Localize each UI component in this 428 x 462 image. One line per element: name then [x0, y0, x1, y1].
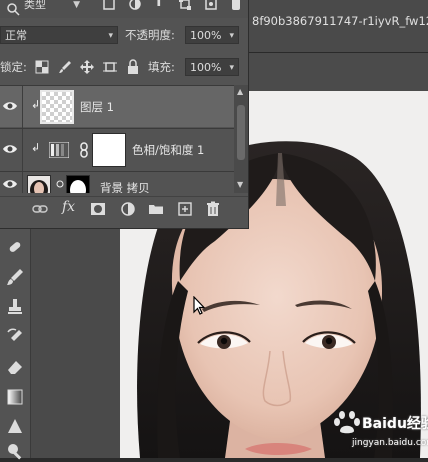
- lock-label: 锁定:: [0, 60, 27, 74]
- opacity-value: 100%: [190, 29, 222, 42]
- watermark-url: jingyan.baidu.com: [352, 438, 428, 448]
- blur-icon[interactable]: [4, 416, 26, 438]
- mask-icon[interactable]: [90, 201, 106, 217]
- chevron-down-icon: ▾: [229, 31, 234, 41]
- divider: [22, 86, 23, 128]
- document-tab[interactable]: 8f90b3867911747-r1iyvR_fw120: [248, 0, 428, 53]
- portrait-thumb: [30, 180, 48, 193]
- side-panel-background: [31, 228, 120, 458]
- mask-shape: [70, 180, 86, 193]
- layer-mask-thumbnail[interactable]: [92, 133, 126, 167]
- layers-bottom-bar: fx: [0, 196, 248, 221]
- divider: [22, 172, 23, 193]
- clip-arrow-icon: ↲: [31, 98, 41, 111]
- link-icon[interactable]: [32, 201, 48, 217]
- blend-mode-value: 正常: [5, 29, 27, 42]
- layer-name[interactable]: 色相/饱和度 1: [132, 142, 204, 158]
- layer-filter-row: 类型 ▼ T: [0, 0, 248, 18]
- eraser-icon[interactable]: [4, 356, 26, 378]
- hue-saturation-icon[interactable]: [49, 142, 69, 158]
- blend-row: 正常 ▾ 不透明度: 100% ▾: [0, 22, 248, 48]
- scroll-thumb[interactable]: [237, 105, 245, 160]
- layers-panel: 类型 ▼ T 正常 ▾ 不透明度: 100% ▾ 锁定: 填充: 100% ▾ …: [0, 0, 249, 229]
- dodge-icon[interactable]: [4, 440, 26, 462]
- trash-icon[interactable]: [205, 201, 221, 217]
- fill-label: 填充:: [148, 60, 175, 74]
- scroll-down-icon[interactable]: ▼: [237, 180, 243, 189]
- layer-thumbnail[interactable]: [40, 90, 74, 124]
- layer-row[interactable]: 背景 拷贝: [0, 171, 234, 193]
- opacity-label: 不透明度:: [125, 28, 175, 42]
- toolbar: [0, 228, 31, 460]
- healing-brush-icon[interactable]: [4, 236, 26, 258]
- lock-all-icon[interactable]: [126, 59, 140, 75]
- eye-icon[interactable]: [2, 143, 18, 155]
- brush-icon[interactable]: [4, 266, 26, 288]
- scroll-up-icon[interactable]: ▲: [237, 87, 243, 96]
- blend-mode-select[interactable]: 正常 ▾: [0, 26, 118, 44]
- folder-icon[interactable]: [148, 201, 164, 217]
- filter-kind-value: 类型: [24, 0, 46, 11]
- chevron-down-icon: ▾: [229, 63, 234, 73]
- divider: [22, 129, 23, 171]
- filter-kind-select[interactable]: 类型 ▼: [20, 0, 84, 14]
- layer-mask-thumbnail[interactable]: [66, 175, 90, 193]
- lock-artboard-icon[interactable]: [103, 60, 117, 74]
- clone-stamp-icon[interactable]: [4, 296, 26, 318]
- layer-name[interactable]: 图层 1: [80, 99, 114, 115]
- filter-type-icon[interactable]: T: [154, 0, 164, 10]
- adjustment-icon[interactable]: [120, 201, 136, 217]
- filter-pixel-icon[interactable]: [102, 0, 116, 11]
- canvas-top-strip: [248, 53, 428, 91]
- layer-name[interactable]: 背景 拷贝: [100, 180, 150, 193]
- fx-icon[interactable]: fx: [62, 199, 78, 215]
- clip-arrow-icon: ↲: [31, 141, 41, 154]
- watermark-logo: [334, 411, 360, 434]
- mouse-cursor-icon: [193, 296, 206, 315]
- opacity-field[interactable]: 100% ▾: [185, 26, 239, 44]
- layer-row[interactable]: ↲ 色相/饱和度 1: [0, 128, 234, 171]
- layer-row[interactable]: ↲ 图层 1: [0, 85, 234, 128]
- fill-field[interactable]: 100% ▾: [185, 58, 239, 76]
- chevron-down-icon: ▼: [73, 0, 80, 10]
- eye-icon[interactable]: [2, 178, 18, 190]
- layers-scrollbar[interactable]: ▲ ▼: [234, 85, 248, 193]
- filter-shape-icon[interactable]: [178, 0, 192, 11]
- fill-value: 100%: [190, 61, 222, 74]
- filter-adjustment-icon[interactable]: [128, 0, 142, 11]
- lock-transparent-icon[interactable]: [35, 60, 49, 74]
- layer-thumbnail[interactable]: [27, 175, 51, 193]
- lock-pixels-icon[interactable]: [58, 60, 72, 74]
- filter-smart-object-icon[interactable]: [204, 0, 218, 11]
- smart-object-icon: [56, 180, 64, 188]
- eye-icon[interactable]: [2, 100, 18, 112]
- lock-position-icon[interactable]: [80, 60, 94, 74]
- lock-row: 锁定: 填充: 100% ▾: [0, 54, 248, 80]
- filter-toggle[interactable]: [232, 0, 240, 10]
- document-tab-title[interactable]: 8f90b3867911747-r1iyvR_fw120: [252, 14, 428, 28]
- gradient-icon[interactable]: [4, 386, 26, 408]
- new-layer-icon[interactable]: [177, 201, 193, 217]
- chevron-down-icon: ▾: [108, 31, 113, 41]
- history-brush-icon[interactable]: [4, 326, 26, 348]
- search-icon: [7, 3, 20, 16]
- chain-link-icon[interactable]: [79, 142, 89, 158]
- watermark-name: Baidu经验: [362, 416, 428, 432]
